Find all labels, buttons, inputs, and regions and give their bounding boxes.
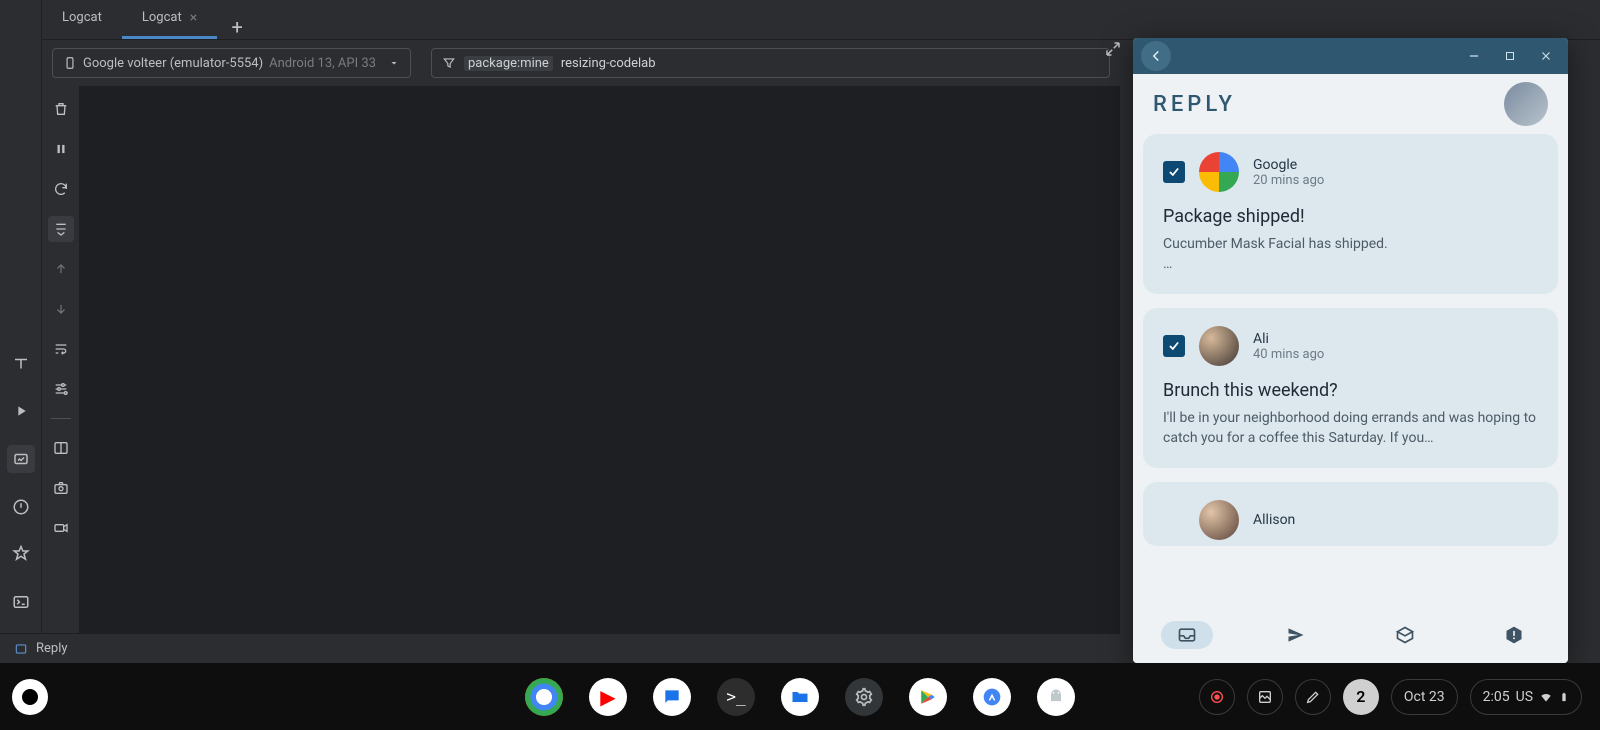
- app-titlebar: [1133, 38, 1568, 74]
- tab-label: Logcat: [142, 10, 182, 25]
- app-header: REPLY: [1133, 74, 1568, 134]
- tab-logcat-1[interactable]: Logcat ×: [122, 0, 217, 39]
- app-brand: REPLY: [1153, 92, 1236, 117]
- record-icon[interactable]: [48, 515, 74, 541]
- tray-date: Oct 23: [1404, 689, 1445, 705]
- add-tab-button[interactable]: +: [217, 15, 257, 39]
- nav-spam[interactable]: [1459, 607, 1568, 663]
- mail-card[interactable]: Google 20 mins ago Package shipped! Cucu…: [1143, 134, 1558, 294]
- logcat-filter-input[interactable]: package:mine resizing-codelab: [431, 48, 1110, 78]
- text-tool-icon[interactable]: [7, 350, 35, 378]
- android-icon[interactable]: [1037, 678, 1075, 716]
- play-store-icon[interactable]: [909, 678, 947, 716]
- os-taskbar: ▶ >_ 2 Oct 23 2:05 US: [0, 663, 1600, 730]
- checkbox[interactable]: [1163, 335, 1185, 357]
- maximize-button[interactable]: [1496, 42, 1524, 70]
- tab-label: Logcat: [62, 10, 102, 25]
- settings-sliders-icon[interactable]: [48, 376, 74, 402]
- status-pill[interactable]: 2:05 US: [1470, 679, 1582, 715]
- mail-time: 40 mins ago: [1253, 347, 1324, 362]
- chevron-down-icon: [388, 57, 400, 69]
- running-app-window: REPLY Google 20 mins ago Package shipped…: [1133, 38, 1568, 663]
- sender-avatar: [1199, 500, 1239, 540]
- window-icon: [14, 642, 28, 656]
- trash-icon[interactable]: [48, 96, 74, 122]
- pen-icon[interactable]: [1295, 679, 1331, 715]
- screenshot-icon[interactable]: [48, 475, 74, 501]
- wifi-icon: [1539, 690, 1553, 704]
- pinned-apps: ▶ >_: [525, 678, 1075, 716]
- separator: [51, 418, 71, 419]
- sender-avatar: [1199, 326, 1239, 366]
- app-bottom-nav: [1133, 607, 1568, 663]
- settings-icon[interactable]: [845, 678, 883, 716]
- down-icon[interactable]: [48, 296, 74, 322]
- device-name: Google volteer (emulator-5554): [83, 56, 263, 71]
- terminal-icon[interactable]: [7, 588, 35, 616]
- screenshot-tray-icon[interactable]: [1247, 679, 1283, 715]
- log-output-area[interactable]: [80, 86, 1120, 633]
- logcat-tool-column: [42, 86, 80, 634]
- run-icon[interactable]: [7, 398, 35, 426]
- logcat-filter-row: Google volteer (emulator-5554) Android 1…: [42, 40, 1120, 86]
- nav-inbox[interactable]: [1133, 607, 1242, 663]
- mail-list[interactable]: Google 20 mins ago Package shipped! Cucu…: [1133, 134, 1568, 607]
- ide-status-bar: Reply: [0, 633, 1120, 663]
- messages-icon[interactable]: [653, 678, 691, 716]
- notifications-badge[interactable]: 2: [1343, 679, 1379, 715]
- device-api: Android 13, API 33: [269, 56, 376, 71]
- terminal-app-icon[interactable]: >_: [717, 678, 755, 716]
- tab-logcat-0[interactable]: Logcat: [42, 0, 122, 39]
- youtube-icon[interactable]: ▶: [589, 678, 627, 716]
- snap-expand-icon[interactable]: [1104, 40, 1122, 58]
- up-icon[interactable]: [48, 256, 74, 282]
- badge-count: 2: [1356, 687, 1365, 706]
- chrome-icon[interactable]: [525, 678, 563, 716]
- user-avatar[interactable]: [1504, 82, 1548, 126]
- filter-icon: [442, 56, 456, 70]
- battery-icon: [1559, 689, 1569, 705]
- checkbox[interactable]: [1163, 161, 1185, 183]
- mail-preview: Cucumber Mask Facial has shipped. …: [1163, 235, 1538, 274]
- files-icon[interactable]: [781, 678, 819, 716]
- mail-subject: Package shipped!: [1163, 206, 1538, 227]
- close-button[interactable]: [1532, 42, 1560, 70]
- mail-card[interactable]: Ali 40 mins ago Brunch this weekend? I'l…: [1143, 308, 1558, 468]
- screen-record-icon[interactable]: [1199, 679, 1235, 715]
- mail-from: Allison: [1253, 512, 1295, 528]
- mail-from: Ali: [1253, 331, 1324, 347]
- mail-card[interactable]: Allison: [1143, 482, 1558, 546]
- mail-time: 20 mins ago: [1253, 173, 1324, 188]
- logcat-tabs: Logcat Logcat × +: [42, 0, 1600, 40]
- android-studio-icon[interactable]: [973, 678, 1011, 716]
- system-tray: 2 Oct 23 2:05 US: [1199, 679, 1582, 715]
- restart-icon[interactable]: [48, 176, 74, 202]
- profiler-icon[interactable]: [7, 540, 35, 568]
- split-icon[interactable]: [48, 435, 74, 461]
- ide-side-rail: [0, 0, 42, 663]
- tray-kbd: US: [1516, 689, 1533, 705]
- back-button[interactable]: [1141, 41, 1171, 71]
- soft-wrap-icon[interactable]: [48, 336, 74, 362]
- mail-from: Google: [1253, 157, 1324, 173]
- pause-icon[interactable]: [48, 136, 74, 162]
- scroll-end-icon[interactable]: [48, 216, 74, 242]
- filter-text: resizing-codelab: [561, 56, 656, 71]
- filter-package: package:mine: [464, 56, 553, 71]
- mail-preview: I'll be in your neighborhood doing erran…: [1163, 409, 1538, 448]
- sender-avatar: [1199, 152, 1239, 192]
- device-icon: [63, 56, 77, 70]
- problems-icon[interactable]: [7, 493, 35, 521]
- date-pill[interactable]: Oct 23: [1391, 679, 1458, 715]
- logcat-tool-icon[interactable]: [7, 445, 35, 473]
- device-selector[interactable]: Google volteer (emulator-5554) Android 1…: [52, 48, 411, 78]
- nav-sent[interactable]: [1242, 607, 1351, 663]
- close-icon[interactable]: ×: [190, 10, 197, 26]
- status-label: Reply: [36, 641, 68, 656]
- launcher-button[interactable]: [12, 679, 48, 715]
- tray-time: 2:05: [1483, 689, 1510, 705]
- mail-subject: Brunch this weekend?: [1163, 380, 1538, 401]
- minimize-button[interactable]: [1460, 42, 1488, 70]
- nav-drafts[interactable]: [1351, 607, 1460, 663]
